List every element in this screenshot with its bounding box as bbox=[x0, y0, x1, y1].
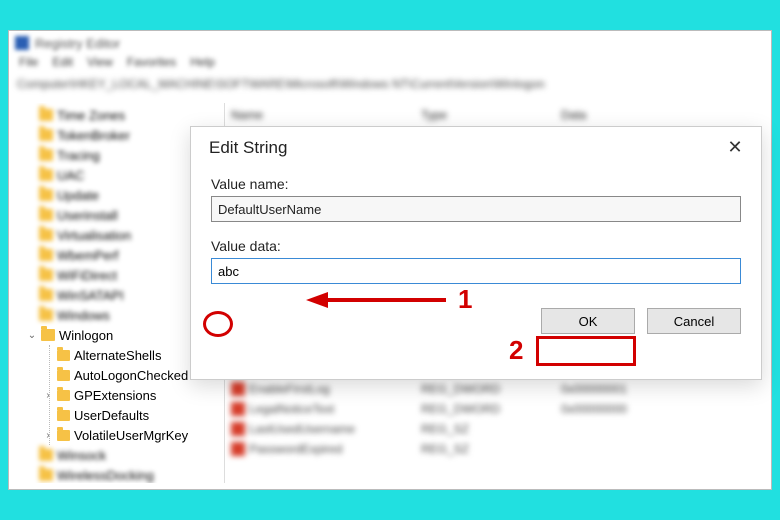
folder-icon bbox=[57, 390, 70, 401]
tree-item[interactable]: Time Zones bbox=[17, 105, 224, 125]
folder-icon bbox=[39, 129, 53, 141]
list-row[interactable]: PasswordExpiredREG_SZ bbox=[231, 439, 759, 459]
ok-button[interactable]: OK bbox=[541, 308, 635, 334]
menu-help[interactable]: Help bbox=[190, 55, 215, 75]
list-row[interactable]: LastUsedUsernameREG_SZ bbox=[231, 419, 759, 439]
value-name-input[interactable] bbox=[211, 196, 741, 222]
chevron-down-icon[interactable]: ⌄ bbox=[27, 330, 37, 341]
chevron-right-icon[interactable]: › bbox=[43, 390, 53, 401]
folder-icon bbox=[39, 449, 53, 461]
string-value-icon bbox=[231, 442, 245, 456]
folder-icon bbox=[57, 430, 70, 441]
folder-icon bbox=[39, 149, 53, 161]
close-icon[interactable]: ✕ bbox=[723, 137, 747, 158]
folder-icon bbox=[39, 309, 53, 321]
folder-icon bbox=[39, 189, 53, 201]
string-value-icon bbox=[231, 422, 245, 436]
dialog-title: Edit String bbox=[209, 138, 287, 158]
list-row[interactable]: LegalNoticeTextREG_DWORD0x00000000 bbox=[231, 399, 759, 419]
folder-icon bbox=[39, 209, 53, 221]
tree-item[interactable]: Winsock bbox=[17, 445, 224, 465]
folder-icon bbox=[39, 229, 53, 241]
list-row[interactable]: EnableFirstLogREG_DWORD0x00000001 bbox=[231, 379, 759, 399]
app-title: Registry Editor bbox=[35, 36, 120, 51]
list-header: Name Type Data bbox=[231, 105, 759, 125]
edit-string-dialog: Edit String ✕ Value name: Value data: OK… bbox=[190, 126, 762, 380]
value-name-label: Value name: bbox=[211, 176, 741, 192]
menu-edit[interactable]: Edit bbox=[52, 55, 73, 75]
menu-view[interactable]: View bbox=[87, 55, 113, 75]
folder-icon bbox=[39, 469, 53, 481]
annotation-arrow-icon bbox=[306, 290, 446, 310]
string-value-icon bbox=[231, 402, 245, 416]
app-icon bbox=[15, 36, 29, 50]
folder-icon bbox=[57, 350, 70, 361]
folder-icon bbox=[41, 329, 55, 341]
tree-label: Winlogon bbox=[59, 328, 113, 343]
address-bar[interactable]: Computer\HKEY_LOCAL_MACHINE\SOFTWARE\Mic… bbox=[17, 77, 763, 99]
folder-icon bbox=[39, 289, 53, 301]
folder-icon bbox=[57, 410, 70, 421]
titlebar: Registry Editor bbox=[9, 31, 771, 55]
tree-item[interactable]: WirelessDocking bbox=[17, 465, 224, 483]
menu-file[interactable]: File bbox=[19, 55, 38, 75]
menu-favorites[interactable]: Favorites bbox=[127, 55, 176, 75]
value-data-label: Value data: bbox=[211, 238, 741, 254]
value-data-input[interactable] bbox=[211, 258, 741, 284]
cancel-button[interactable]: Cancel bbox=[647, 308, 741, 334]
string-value-icon bbox=[231, 382, 245, 396]
annotation-2: 2 bbox=[509, 335, 523, 366]
folder-icon bbox=[39, 109, 53, 121]
chevron-right-icon[interactable]: › bbox=[43, 430, 53, 441]
folder-icon bbox=[39, 169, 53, 181]
folder-icon bbox=[39, 249, 53, 261]
folder-icon bbox=[57, 370, 70, 381]
menubar: File Edit View Favorites Help bbox=[9, 55, 771, 75]
folder-icon bbox=[39, 269, 53, 281]
annotation-1: 1 bbox=[458, 284, 472, 315]
